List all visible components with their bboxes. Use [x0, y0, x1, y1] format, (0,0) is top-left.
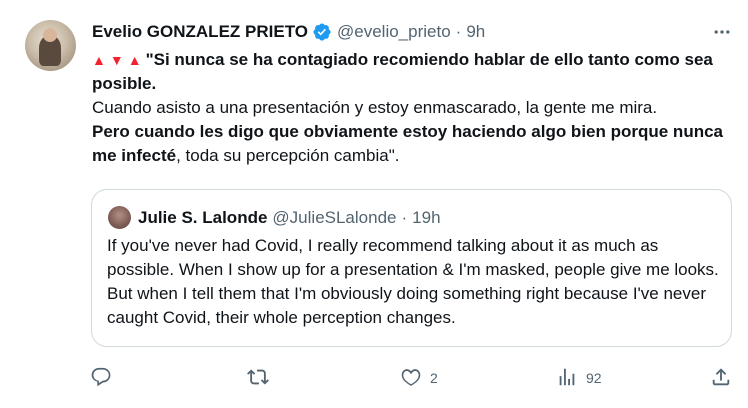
quote-time: 19h [412, 208, 441, 227]
tweet-line-2: Cuando asisto a una presentación y estoy… [92, 98, 658, 117]
quote-author-avatar [108, 206, 131, 229]
tweet-header: Evelio GONZALEZ PRIETO @evelio_prieto · … [92, 20, 485, 44]
like-button[interactable]: 2 [400, 364, 438, 392]
quote-author-handle: @JulieSLalonde [272, 208, 397, 227]
retweet-icon [247, 366, 269, 391]
share-button[interactable] [710, 364, 732, 392]
author-name[interactable]: Evelio GONZALEZ PRIETO [92, 22, 308, 42]
tweet-body: ▲▼▲"Si nunca se ha contagiado recomiendo… [92, 48, 732, 168]
reply-button[interactable] [90, 364, 112, 392]
like-count: 2 [430, 370, 438, 386]
quote-header: Julie S. Lalonde @JulieSLalonde · 19h [138, 206, 441, 230]
views-count: 92 [586, 370, 602, 386]
tweet-paragraph-3: Pero cuando les digo que obviamente esto… [92, 120, 732, 168]
avatar-head [43, 28, 57, 42]
triangle-emoji-icon: ▲▼▲ [92, 52, 146, 68]
author-avatar[interactable] [25, 20, 76, 71]
quoted-tweet[interactable]: Julie S. Lalonde @JulieSLalonde · 19h If… [91, 189, 732, 347]
retweet-button[interactable] [247, 364, 269, 392]
action-bar: 2 92 [88, 364, 736, 392]
tweet-line-3-rest: , toda su percepción cambia". [176, 146, 400, 165]
more-options-icon[interactable] [710, 20, 734, 44]
author-handle[interactable]: @evelio_prieto [337, 22, 451, 42]
views-button[interactable]: 92 [556, 364, 602, 392]
quote-author-name: Julie S. Lalonde [138, 208, 268, 227]
tweet-line-1: "Si nunca se ha contagiado recomiendo ha… [92, 50, 713, 93]
quote-separator-dot: · [401, 208, 408, 227]
share-icon [710, 366, 732, 391]
views-icon [556, 366, 578, 391]
verified-badge-icon [312, 22, 332, 42]
reply-icon [90, 366, 112, 391]
tweet-paragraph-1: ▲▼▲"Si nunca se ha contagiado recomiendo… [92, 48, 732, 96]
separator-dot: · [455, 22, 462, 41]
like-icon [400, 366, 422, 391]
quote-text: If you've never had Covid, I really reco… [107, 236, 719, 327]
tweet-time[interactable]: 9h [466, 22, 485, 42]
